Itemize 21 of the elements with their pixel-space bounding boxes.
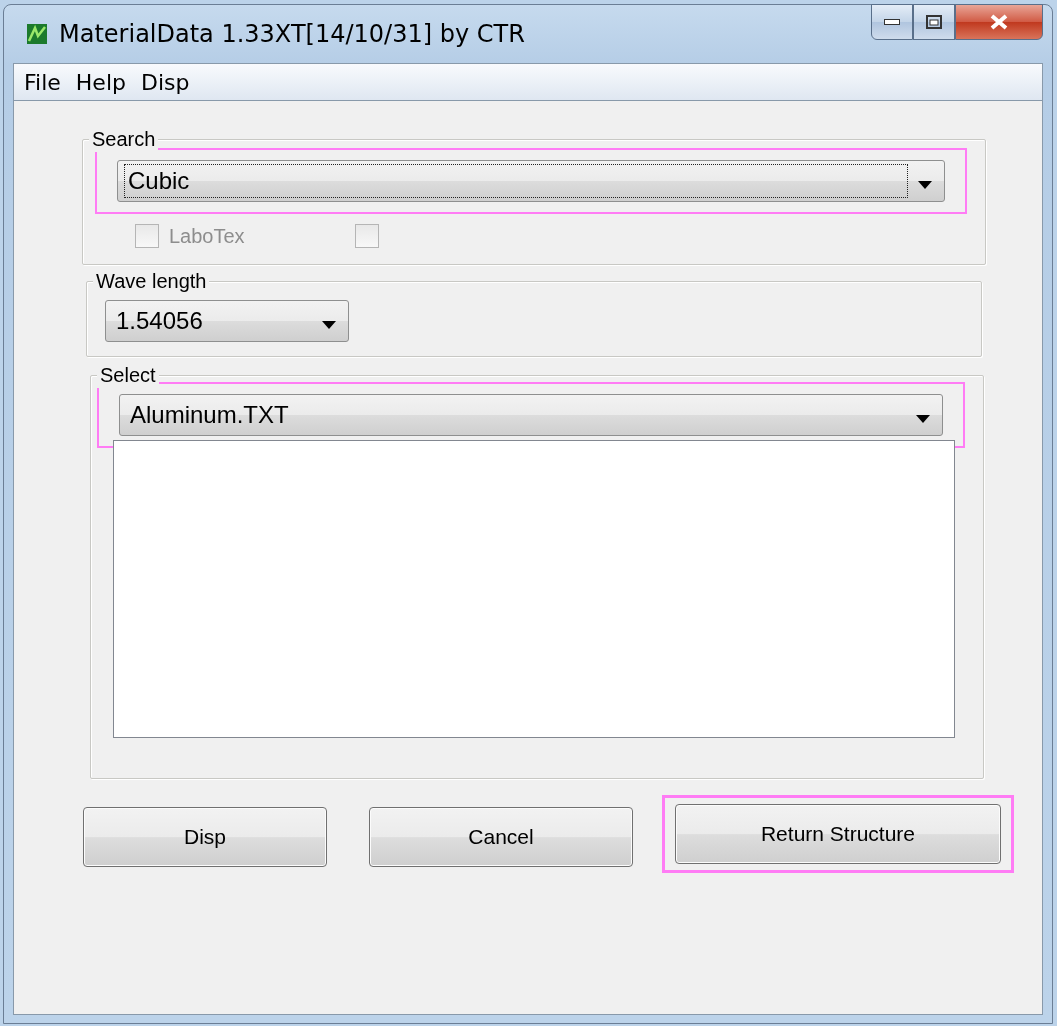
- push-button[interactable]: Disp: [83, 807, 327, 867]
- checkbox-label: LaboTex: [169, 224, 245, 248]
- dropdown[interactable]: Aluminum.TXT: [119, 394, 943, 436]
- menu-item[interactable]: File: [24, 69, 61, 95]
- caret-icon: [916, 415, 930, 423]
- push-button[interactable]: Cancel: [369, 807, 633, 867]
- close-button[interactable]: [955, 4, 1043, 40]
- menu-item[interactable]: Help: [75, 69, 126, 95]
- dropdown[interactable]: 1.54056: [105, 300, 349, 342]
- caret-icon: [918, 181, 932, 189]
- caret-icon: [322, 321, 336, 329]
- maximize-icon: [926, 15, 942, 29]
- push-button[interactable]: Return Structure: [675, 804, 1001, 864]
- close-icon: [990, 14, 1008, 30]
- window-title: MaterialData 1.33XT[14/10/31] by CTR: [59, 20, 526, 48]
- menu-item[interactable]: Disp: [141, 69, 190, 95]
- minimize-icon: [884, 19, 900, 25]
- dropdown[interactable]: Cubic: [117, 160, 945, 202]
- app-icon: [27, 24, 47, 44]
- minimize-button[interactable]: [871, 4, 913, 40]
- maximize-button[interactable]: [913, 4, 955, 40]
